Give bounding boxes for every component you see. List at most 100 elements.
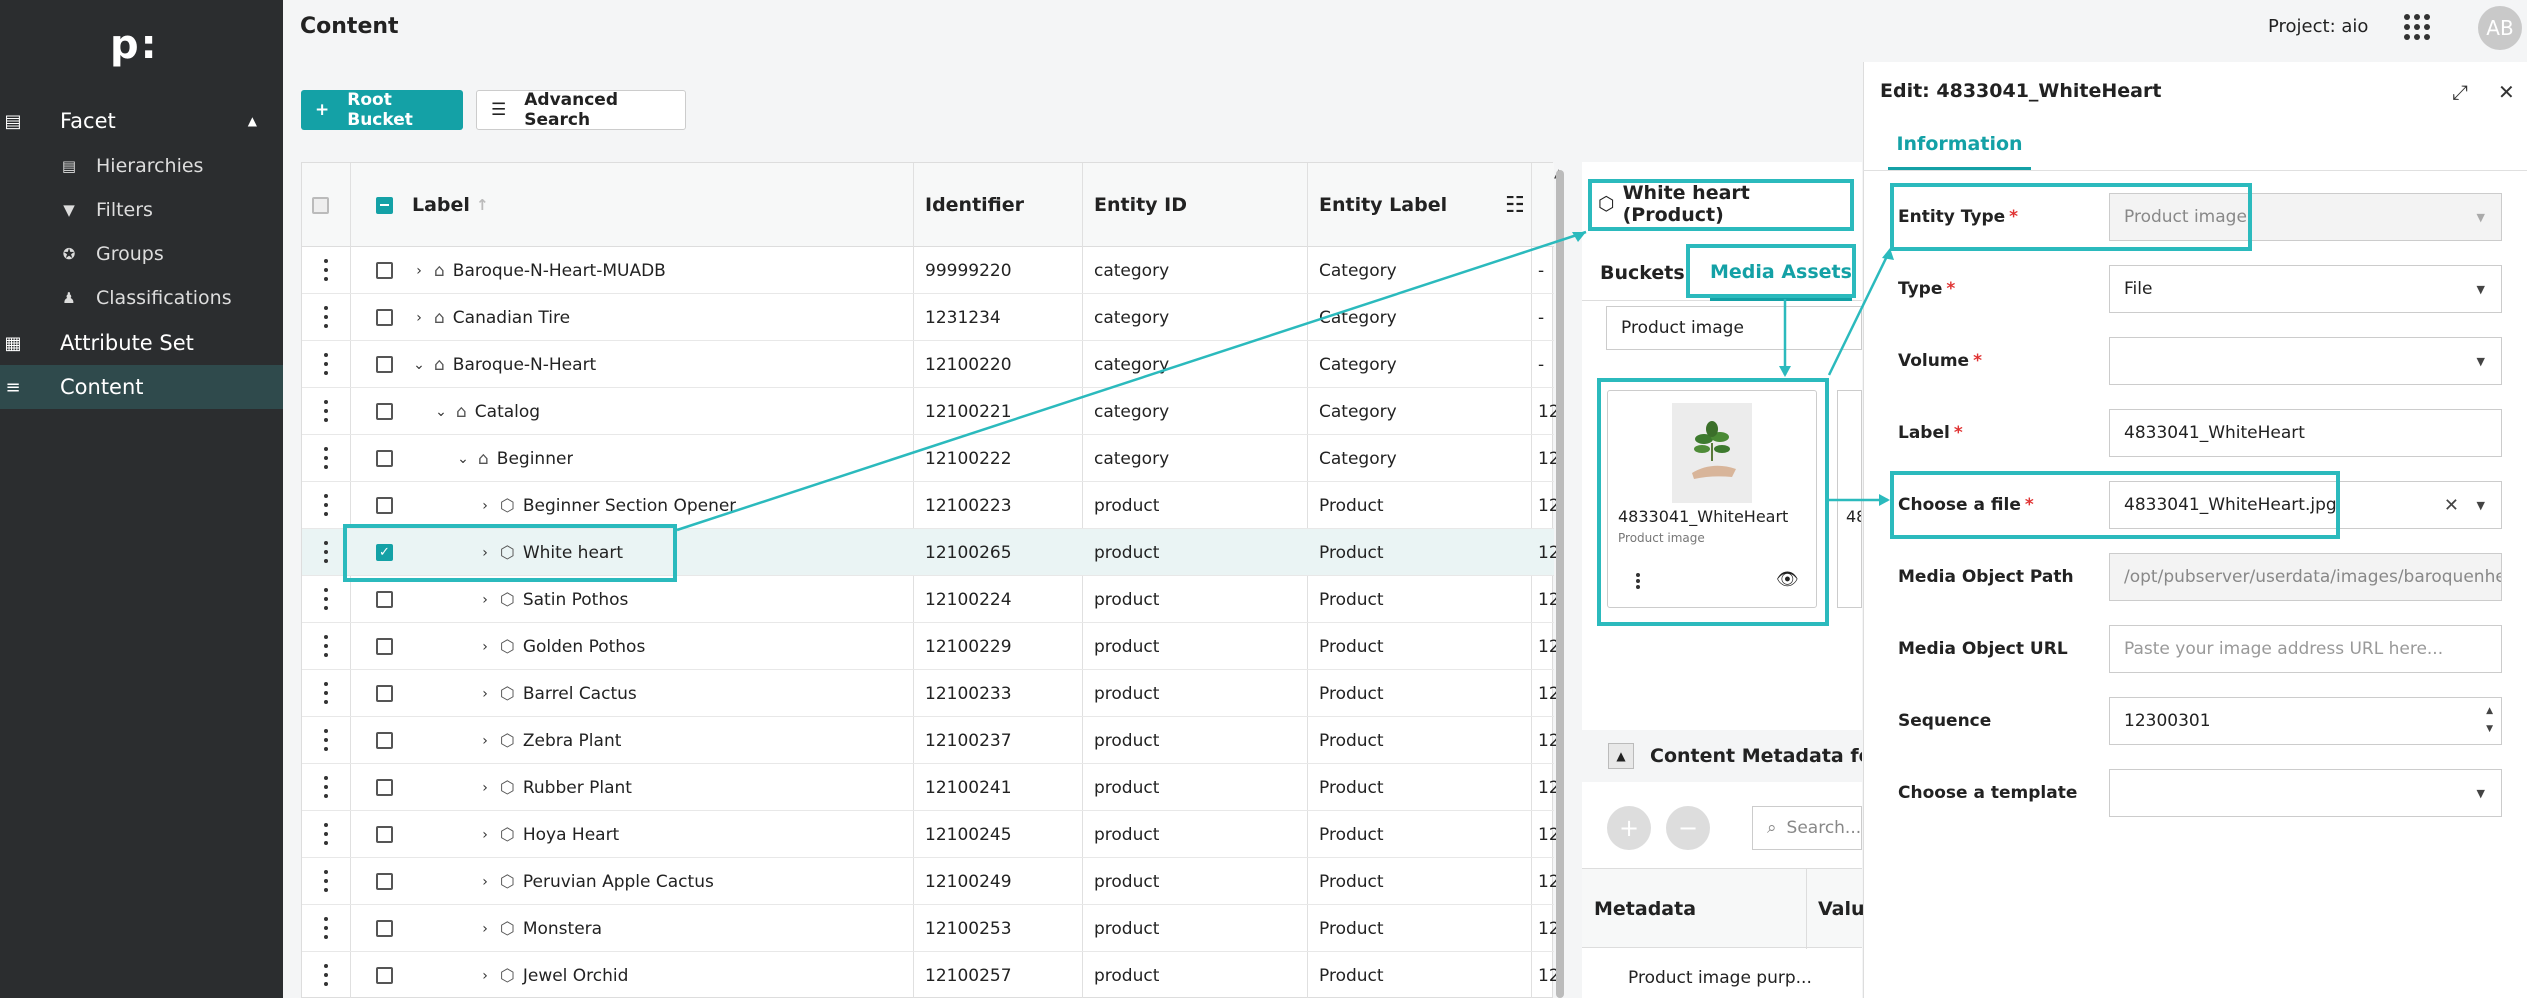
select-all-checkbox[interactable] xyxy=(376,163,393,247)
column-settings-icon[interactable]: ☷ xyxy=(1505,163,1525,247)
row-label[interactable]: Jewel Orchid xyxy=(523,966,629,986)
expand-chevron-icon[interactable]: › xyxy=(478,498,492,514)
table-row[interactable]: ⌄ ⌂ Baroque-N-Heart 12100220 category Categor… xyxy=(302,341,1554,388)
expand-chevron-icon[interactable]: › xyxy=(412,263,426,279)
table-row[interactable]: ✓ › ⬡ White heart 12100265 product Product 12 xyxy=(302,529,1560,576)
nav-facet[interactable]: ▤ Facet ▲ xyxy=(0,99,283,143)
sidebar-item-classifications[interactable]: ♟ Classifications xyxy=(0,276,283,320)
table-row[interactable]: › ⬡ Rubber Plant 12100241 product Product 12 xyxy=(302,764,1560,811)
row-checkbox[interactable] xyxy=(376,905,393,952)
row-checkbox[interactable] xyxy=(376,576,393,623)
media-type-select[interactable]: Product image xyxy=(1606,306,1862,350)
row-menu-icon[interactable] xyxy=(324,917,328,939)
row-label[interactable]: Satin Pothos xyxy=(523,590,629,610)
row-checkbox[interactable] xyxy=(376,811,393,858)
type-select[interactable]: File ▼ xyxy=(2109,265,2502,313)
row-menu-icon[interactable] xyxy=(324,635,328,657)
expand-chevron-icon[interactable]: › xyxy=(478,827,492,843)
table-row[interactable]: › ⬡ Monstera 12100253 product Product 12 xyxy=(302,905,1560,952)
table-row[interactable]: › ⬡ Hoya Heart 12100245 product Product 12 xyxy=(302,811,1560,858)
label-input[interactable]: 4833041_WhiteHeart xyxy=(2109,409,2502,457)
row-menu-icon[interactable] xyxy=(324,682,328,704)
col-entity-id[interactable]: Entity ID xyxy=(1094,163,1187,247)
row-label[interactable]: Zebra Plant xyxy=(523,731,622,751)
expand-chevron-icon[interactable]: › xyxy=(478,921,492,937)
table-row[interactable]: › ⬡ Jewel Orchid 12100257 product Product 12 xyxy=(302,952,1560,998)
expand-chevron-icon[interactable]: › xyxy=(478,780,492,796)
row-checkbox[interactable] xyxy=(376,670,393,717)
row-checkbox[interactable] xyxy=(376,623,393,670)
row-checkbox[interactable] xyxy=(376,482,393,529)
row-label[interactable]: Peruvian Apple Cactus xyxy=(523,872,714,892)
sidebar-item-hierarchies[interactable]: ▤ Hierarchies xyxy=(0,144,283,188)
app-logo[interactable]: p: xyxy=(110,22,159,68)
nav-content[interactable]: ≡ Content xyxy=(0,365,283,409)
sort-arrow-icon[interactable]: ↑ xyxy=(476,196,489,214)
add-metadata-button[interactable]: + xyxy=(1607,806,1651,850)
row-checkbox[interactable] xyxy=(376,341,393,388)
row-checkbox[interactable] xyxy=(376,435,393,482)
row-menu-icon[interactable] xyxy=(324,776,328,798)
table-row[interactable]: › ⬡ Satin Pothos 12100224 product Product 12 xyxy=(302,576,1560,623)
row-menu-icon[interactable] xyxy=(324,964,328,986)
col-value[interactable]: Valu xyxy=(1818,869,1865,949)
row-checkbox[interactable] xyxy=(376,764,393,811)
metadata-search-input[interactable]: ⌕ Search... xyxy=(1752,806,1862,850)
nav-attribute-set[interactable]: ▦ Attribute Set xyxy=(0,321,283,365)
table-row[interactable]: › ⌂ Canadian Tire 1231234 category Category - xyxy=(302,294,1554,341)
expand-chevron-icon[interactable]: › xyxy=(478,639,492,655)
row-menu-icon[interactable] xyxy=(324,353,328,375)
table-row[interactable]: › ⬡ Barrel Cactus 12100233 product Product 12 xyxy=(302,670,1560,717)
table-row[interactable]: ⌄ ⌂ Beginner 12100222 category Category 12 xyxy=(302,435,1560,482)
col-metadata[interactable]: Metadata xyxy=(1594,869,1696,949)
apps-grid-icon[interactable] xyxy=(2404,14,2430,40)
row-label[interactable]: White heart xyxy=(523,543,623,563)
expand-chevron-icon[interactable]: › xyxy=(478,592,492,608)
tab-media-assets[interactable]: Media Assets xyxy=(1710,245,1852,301)
expand-chevron-icon[interactable]: › xyxy=(478,686,492,702)
row-menu-icon[interactable] xyxy=(324,588,328,610)
row-checkbox[interactable] xyxy=(376,388,393,435)
sequence-input[interactable]: 12300301 ▲ ▼ xyxy=(2109,697,2502,745)
metadata-row[interactable]: Product image purp... xyxy=(1628,968,1812,988)
sidebar-item-groups[interactable]: ✪ Groups xyxy=(0,232,283,276)
table-row[interactable]: › ⬡ Zebra Plant 12100237 product Product 12 xyxy=(302,717,1560,764)
row-checkbox[interactable] xyxy=(376,952,393,998)
row-menu-icon[interactable] xyxy=(324,306,328,328)
table-row[interactable]: › ⬡ Golden Pothos 12100229 product Product 12 xyxy=(302,623,1560,670)
expand-icon[interactable]: ⤢ xyxy=(2452,80,2468,104)
expand-chevron-icon[interactable]: › xyxy=(478,545,492,561)
row-label[interactable]: Catalog xyxy=(475,402,540,422)
expand-chevron-icon[interactable]: › xyxy=(478,874,492,890)
row-menu-icon[interactable] xyxy=(324,729,328,751)
tab-information[interactable]: Information xyxy=(1888,120,2031,170)
table-scrollbar[interactable] xyxy=(1556,170,1564,998)
expand-chevron-icon[interactable]: › xyxy=(412,310,426,326)
advanced-search-button[interactable]: ☰ Advanced Search xyxy=(476,90,686,130)
row-checkbox[interactable] xyxy=(376,717,393,764)
row-label[interactable]: Canadian Tire xyxy=(453,308,570,328)
media-asset-card-partial[interactable]: 48 xyxy=(1837,390,1862,608)
entity-type-select[interactable]: Product image ▼ xyxy=(2109,193,2502,241)
media-asset-card[interactable]: 4833041_WhiteHeart Product image 👁 xyxy=(1607,390,1817,608)
row-menu-icon[interactable] xyxy=(324,494,328,516)
expand-chevron-icon[interactable]: ⌄ xyxy=(412,357,426,373)
remove-metadata-button[interactable]: − xyxy=(1666,806,1710,850)
row-checkbox[interactable] xyxy=(376,294,393,341)
row-menu-icon[interactable] xyxy=(324,447,328,469)
row-label[interactable]: Baroque-N-Heart-MUADB xyxy=(453,261,666,281)
row-label[interactable]: Beginner xyxy=(497,449,574,469)
tab-buckets[interactable]: Buckets xyxy=(1600,245,1685,301)
row-menu-icon[interactable] xyxy=(324,541,328,563)
row-label[interactable]: Golden Pothos xyxy=(523,637,645,657)
project-label[interactable]: Project: aio xyxy=(2268,16,2368,37)
expand-chevron-icon[interactable]: › xyxy=(478,733,492,749)
close-icon[interactable]: ✕ xyxy=(2498,80,2515,104)
expand-chevron-icon[interactable]: ⌄ xyxy=(434,404,448,420)
expand-chevron-icon[interactable]: ⌄ xyxy=(456,451,470,467)
root-bucket-button[interactable]: + Root Bucket xyxy=(301,90,463,130)
column-menu-icon[interactable] xyxy=(312,163,329,247)
col-identifier[interactable]: Identifier xyxy=(925,163,1024,247)
media-url-input[interactable]: Paste your image address URL here... xyxy=(2109,625,2502,673)
sidebar-item-filters[interactable]: ▼ Filters xyxy=(0,188,283,232)
